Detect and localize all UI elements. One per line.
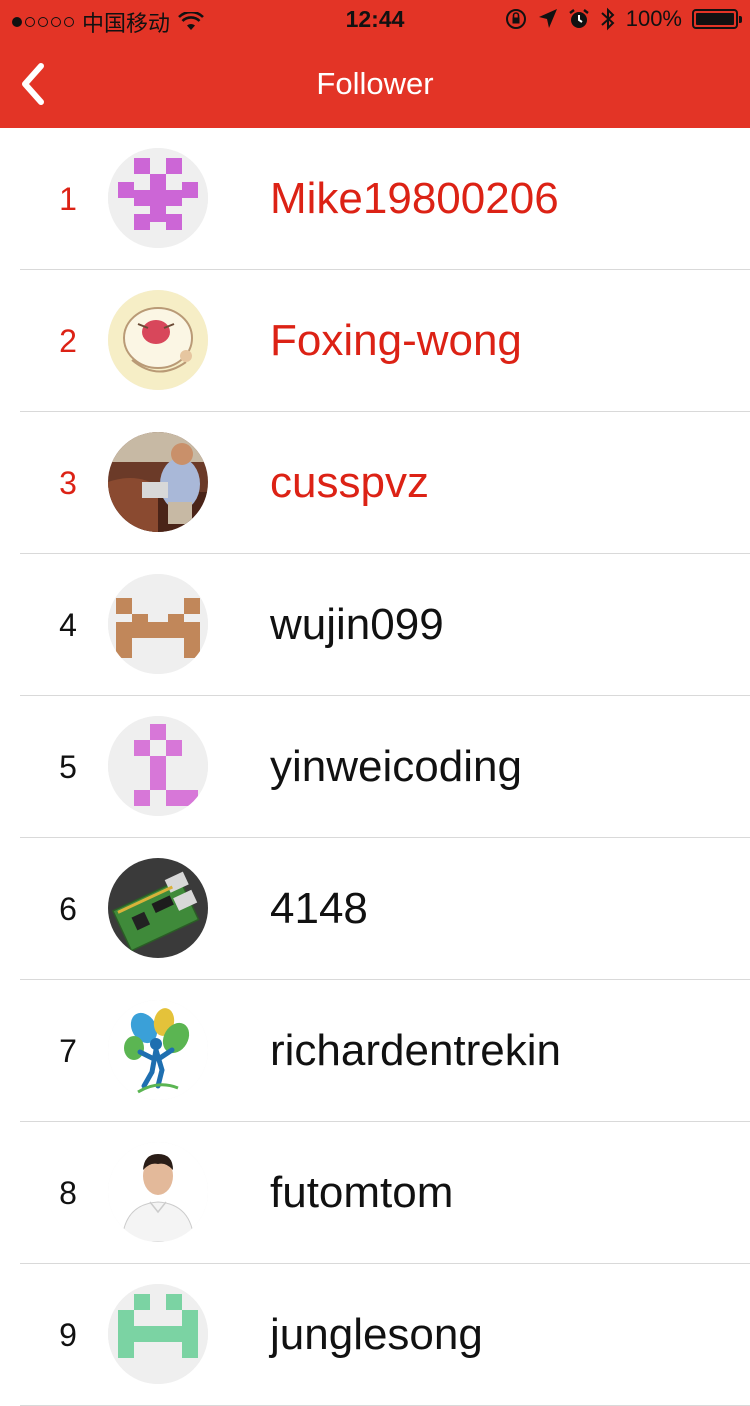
list-item[interactable]: 4 wujin099: [0, 554, 750, 696]
list-item[interactable]: 9 junglesong: [0, 1264, 750, 1406]
username: Mike19800206: [270, 174, 559, 223]
username: futomtom: [270, 1168, 454, 1217]
list-item[interactable]: 8 futomtom: [0, 1122, 750, 1264]
avatar[interactable]: [108, 1142, 208, 1242]
list-item[interactable]: 3 cusspvz: [0, 412, 750, 554]
battery-percent: 100%: [625, 6, 682, 31]
avatar[interactable]: [108, 858, 208, 958]
avatar[interactable]: [108, 148, 208, 248]
alarm-icon: [568, 9, 589, 28]
username: wujin099: [270, 600, 444, 649]
rank-number: 9: [59, 1316, 77, 1353]
status-right: 100%: [504, 6, 742, 32]
avatar[interactable]: [108, 1284, 208, 1384]
bluetooth-icon: [601, 7, 615, 31]
avatar[interactable]: [108, 574, 208, 674]
list-item[interactable]: 1 Mike19800206: [0, 128, 750, 270]
username: 4148: [270, 884, 368, 933]
list-item[interactable]: 2 Foxing-wong: [0, 270, 750, 412]
username: junglesong: [270, 1310, 483, 1359]
rank-number: 3: [59, 464, 77, 501]
avatar[interactable]: [108, 432, 208, 532]
list-item[interactable]: 6 4148: [0, 838, 750, 980]
location-arrow-icon: [538, 9, 557, 28]
list-item[interactable]: 5 yinweicoding: [0, 696, 750, 838]
rank-number: 4: [59, 606, 77, 643]
rank-number: 7: [59, 1032, 77, 1069]
avatar[interactable]: [108, 1000, 208, 1100]
rank-number: 5: [59, 748, 77, 785]
list-item[interactable]: 7 richardentrekin: [0, 980, 750, 1122]
follower-list: 1 Mike19800206 2 Foxing-wong 3 cusspvz 4…: [0, 128, 750, 1406]
username: richardentrekin: [270, 1026, 562, 1075]
orientation-lock-icon: [505, 9, 526, 29]
username: yinweicoding: [270, 742, 522, 791]
page-title: Follower: [316, 66, 434, 101]
header: 中国移动 12:44 100% Follower: [0, 0, 750, 128]
status-bar: 中国移动 12:44 100%: [0, 0, 750, 40]
rank-number: 1: [59, 180, 77, 217]
avatar[interactable]: [108, 716, 208, 816]
battery-icon: [692, 9, 742, 29]
rank-number: 6: [59, 890, 77, 927]
rank-number: 2: [59, 322, 77, 359]
avatar[interactable]: [108, 290, 208, 390]
username: Foxing-wong: [270, 316, 522, 365]
username: cusspvz: [270, 458, 429, 507]
rank-number: 8: [59, 1174, 77, 1211]
nav-bar: Follower: [0, 40, 750, 128]
